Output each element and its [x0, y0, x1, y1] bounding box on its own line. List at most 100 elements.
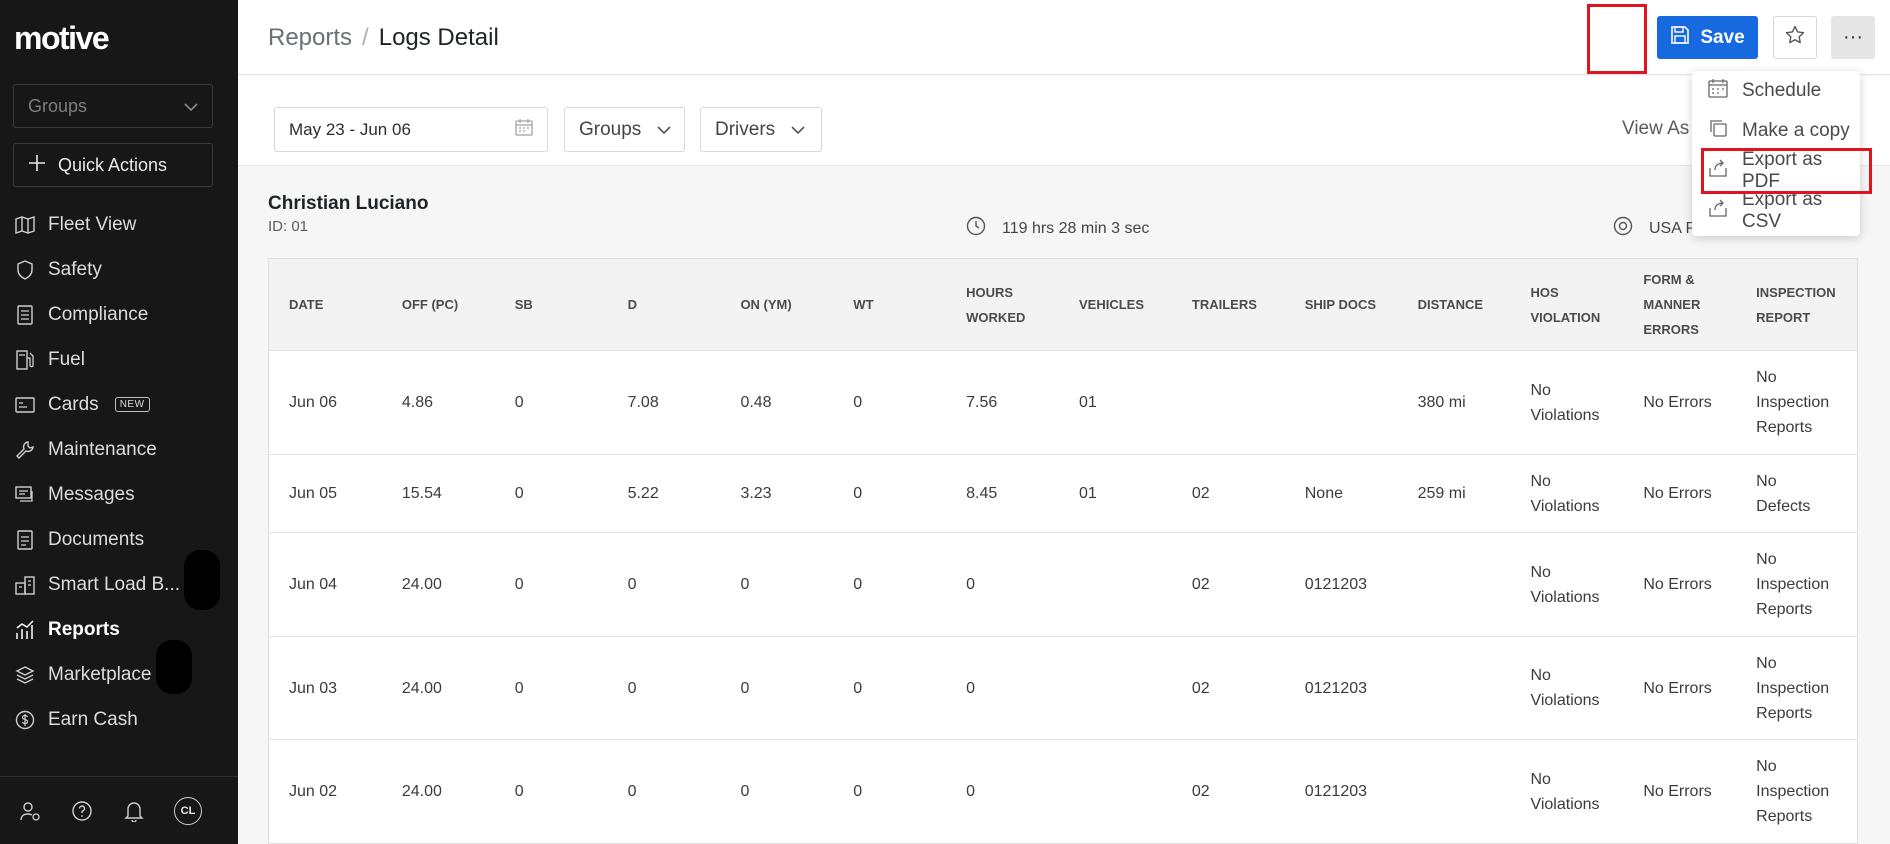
groups-filter[interactable]: Groups	[564, 107, 685, 152]
table-cell: No Errors	[1623, 779, 1736, 804]
table-row[interactable]: Jun 04 24.00 0 0 0 0 0 02 0121203 No Violations No …	[269, 533, 1857, 637]
column-header-line: WT	[853, 297, 874, 312]
table-cell: Jun 05	[269, 481, 382, 506]
table-cell: Jun 04	[269, 572, 382, 597]
quick-actions-label: Quick Actions	[58, 154, 168, 175]
table-cell: 0	[833, 390, 946, 415]
table-cell: 0121203	[1285, 676, 1398, 701]
save-button[interactable]: Save	[1657, 16, 1758, 59]
table-cell-line: Jun 06	[289, 394, 338, 411]
sidebar-item-maintenance[interactable]: Maintenance	[0, 427, 238, 472]
document-list-icon	[14, 304, 36, 326]
export-icon	[1708, 198, 1728, 224]
table-cell-line: 0	[627, 783, 637, 800]
fuel-pump-icon	[14, 349, 36, 371]
sidebar-item-fuel[interactable]: Fuel	[0, 337, 238, 382]
sidebar-item-safety[interactable]: Safety	[0, 247, 238, 292]
column-header-line: MANNER	[1643, 297, 1701, 312]
motive-logo[interactable]: motive	[14, 20, 110, 57]
table-cell-line: Inspection	[1756, 679, 1830, 697]
column-header-line: DISTANCE	[1417, 297, 1484, 312]
region-value: USA P	[1649, 219, 1697, 237]
drivers-filter[interactable]: Drivers	[700, 107, 822, 152]
table-cell-line: Violations	[1530, 497, 1600, 515]
sidebar-item-label: Messages	[48, 483, 135, 505]
favorite-button[interactable]	[1773, 16, 1817, 59]
quick-actions-button[interactable]: Quick Actions	[13, 143, 213, 187]
sidebar-item-label: Safety	[48, 258, 102, 280]
avatar[interactable]: CL	[174, 796, 202, 825]
user-settings-icon[interactable]	[18, 799, 42, 823]
table-cell: 0	[833, 481, 946, 506]
menu-item-export-csv[interactable]: Export as CSV	[1692, 189, 1860, 232]
table-cell-line: 0	[853, 485, 863, 502]
table-cell-line: 0	[966, 783, 976, 800]
menu-item-make-copy[interactable]: Make a copy	[1692, 111, 1860, 151]
calendar-icon	[515, 118, 533, 141]
chevron-down-icon	[791, 119, 805, 141]
table-body: Jun 06 4.86 0 7.08 0.48 0 7.56 01 380 mi No Violat…	[269, 351, 1857, 844]
table-cell-line: No Errors	[1643, 485, 1712, 502]
table-row[interactable]: Jun 03 24.00 0 0 0 0 0 02 0121203 No Violations No …	[269, 637, 1857, 740]
bell-icon[interactable]	[122, 799, 146, 823]
table-cell: 0	[833, 779, 946, 804]
view-as-label[interactable]: View As	[1622, 118, 1689, 140]
date-range-input[interactable]: May 23 - Jun 06	[274, 107, 548, 152]
table-cell-line: 0	[514, 394, 524, 411]
chat-icon	[14, 484, 36, 506]
table-cell: 4.86	[382, 390, 495, 415]
sidebar-item-messages[interactable]: Messages	[0, 472, 238, 517]
table-cell-line: 02	[1191, 679, 1210, 697]
column-header: WT	[833, 292, 946, 317]
table-cell-line: No Errors	[1643, 576, 1712, 593]
table-cell-line: No	[1756, 472, 1777, 490]
table-cell-line: 0	[514, 485, 524, 502]
column-header-line: FORM &	[1643, 272, 1695, 287]
page-title: Logs Detail	[378, 24, 499, 51]
sidebar-item-cards[interactable]: Cards NEW	[0, 382, 238, 427]
chart-icon	[14, 619, 36, 641]
groups-filter-label: Groups	[579, 118, 642, 140]
menu-item-schedule[interactable]: Schedule	[1692, 71, 1860, 111]
sidebar-item-marketplace[interactable]: Marketplace	[0, 652, 238, 697]
sidebar-item-reports[interactable]: Reports	[0, 607, 238, 652]
sidebar-item-compliance[interactable]: Compliance	[0, 292, 238, 337]
sidebar-item-earn-cash[interactable]: Earn Cash	[0, 697, 238, 742]
table-cell-line: Reports	[1756, 704, 1813, 722]
table-cell-line: Jun 04	[289, 576, 338, 593]
breadcrumb-reports-link[interactable]: Reports	[268, 24, 352, 52]
table-cell-line: Jun 02	[289, 783, 338, 800]
table-cell: 24.00	[382, 676, 495, 701]
sidebar-item-label: Marketplace	[48, 663, 152, 685]
table-cell: 0	[495, 676, 608, 701]
column-header-line: OFF (PC)	[401, 297, 459, 312]
column-header: SHIP DOCS	[1285, 292, 1398, 317]
sidebar-footer: CL	[0, 776, 238, 844]
filter-bar: May 23 - Jun 06 Groups Drivers View As	[238, 76, 1890, 166]
column-header-line: REPORT	[1756, 309, 1811, 325]
table-row[interactable]: Jun 02 24.00 0 0 0 0 0 02 0121203 No Violations No …	[269, 740, 1857, 844]
table-cell: 0121203	[1285, 572, 1398, 597]
table-cell-line: Jun 03	[289, 679, 338, 697]
table-cell: No Errors	[1623, 481, 1736, 506]
column-header: HOS VIOLATION	[1510, 280, 1623, 330]
table-cell-line: Defects	[1756, 497, 1811, 515]
table-cell: 0	[720, 676, 833, 701]
groups-select[interactable]: Groups	[13, 84, 213, 128]
table-cell-line: Violations	[1530, 795, 1600, 813]
table-cell: 0	[720, 779, 833, 804]
more-options-button[interactable]: ···	[1831, 16, 1875, 59]
sidebar-item-label: Fuel	[48, 348, 85, 370]
column-header-line: D	[627, 297, 637, 312]
table-cell-line: No	[1530, 563, 1551, 581]
sidebar-item-fleet-view[interactable]: Fleet View	[0, 202, 238, 247]
table-cell-line: No Errors	[1643, 679, 1712, 697]
table-row[interactable]: Jun 06 4.86 0 7.08 0.48 0 7.56 01 380 mi No Violat…	[269, 351, 1857, 455]
layers-icon	[14, 664, 36, 686]
table-cell-line: No	[1530, 381, 1551, 399]
table-row[interactable]: Jun 05 15.54 0 5.22 3.23 0 8.45 01 02 None 259 mi N…	[269, 455, 1857, 533]
table-cell: 5.22	[608, 481, 721, 506]
help-icon[interactable]	[70, 799, 94, 823]
table-cell: 0	[946, 572, 1059, 597]
table-cell: 01	[1059, 481, 1172, 506]
